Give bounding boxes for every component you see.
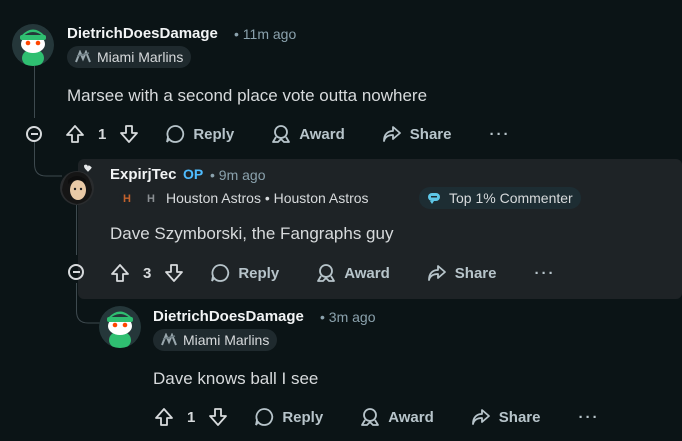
downvote-icon[interactable] — [207, 406, 229, 428]
vote-controls: 1 — [153, 406, 229, 428]
award-label: Award — [299, 125, 345, 143]
user-flair: Miami Marlins — [67, 46, 192, 68]
flair-text: Miami Marlins — [97, 49, 184, 65]
comment-timestamp[interactable]: • 3m ago — [320, 309, 376, 325]
avatar[interactable] — [99, 306, 141, 348]
svg-text:H: H — [123, 193, 131, 205]
astros-logo-icon: H — [119, 190, 135, 206]
downvote-icon[interactable] — [118, 123, 140, 145]
award-icon — [272, 125, 291, 143]
share-icon — [427, 265, 446, 281]
upvote-icon[interactable] — [153, 406, 175, 428]
award-label: Award — [344, 264, 390, 282]
flair-text: Houston Astros • Houston Astros — [166, 190, 369, 206]
reply-label: Reply — [238, 264, 280, 282]
downvote-icon[interactable] — [163, 262, 185, 284]
reply-label: Reply — [282, 408, 324, 426]
reply-button[interactable]: Reply — [253, 406, 323, 428]
comment-timestamp[interactable]: • 11m ago — [234, 26, 296, 42]
vote-score: 1 — [98, 125, 107, 143]
share-label: Share — [409, 125, 452, 143]
upvote-icon[interactable] — [109, 262, 131, 284]
top-commenter-icon — [428, 193, 440, 204]
avatar[interactable] — [54, 162, 100, 208]
comment-username[interactable]: ExpirjTec — [110, 166, 176, 183]
more-options-icon: ··· — [534, 264, 556, 282]
comment-username[interactable]: DietrichDoesDamage — [67, 25, 218, 42]
collapse-thread-button[interactable] — [68, 264, 84, 280]
snoo-avatar-icon — [12, 24, 54, 66]
share-button[interactable]: Share — [470, 406, 541, 428]
vote-controls: 3 — [109, 262, 185, 284]
astros-logo-icon: H — [143, 190, 159, 206]
avatar[interactable] — [12, 24, 54, 66]
comment-timestamp[interactable]: • 9m ago — [210, 167, 266, 183]
comment-actions: 1 Reply Award Share ··· — [64, 118, 510, 150]
thread-line[interactable] — [34, 66, 35, 118]
svg-text:H: H — [147, 193, 155, 205]
reply-button[interactable]: Reply — [209, 262, 279, 284]
comment-body: Dave knows ball I see — [153, 369, 319, 388]
upvote-icon[interactable] — [64, 123, 86, 145]
reply-button[interactable]: Reply — [164, 123, 234, 145]
user-flair: H H Houston Astros • Houston Astros — [118, 189, 369, 207]
award-button[interactable]: Award — [270, 123, 345, 145]
award-button[interactable]: Award — [315, 262, 390, 284]
comment-username[interactable]: DietrichDoesDamage — [153, 308, 304, 325]
share-label: Share — [498, 408, 541, 426]
more-options-button[interactable]: ··· — [489, 126, 510, 143]
thread-line[interactable] — [76, 205, 77, 255]
flair-text: Miami Marlins — [183, 332, 270, 348]
marlins-logo-icon — [75, 50, 91, 63]
more-options-icon: ··· — [489, 125, 511, 143]
marlins-logo-icon — [161, 333, 177, 346]
award-icon — [361, 408, 380, 426]
op-badge: OP — [183, 166, 204, 182]
comment-bubble-icon — [166, 125, 185, 143]
share-button[interactable]: Share — [381, 123, 452, 145]
share-button[interactable]: Share — [426, 262, 497, 284]
snoo-avatar-icon — [99, 306, 141, 348]
more-options-icon: ··· — [578, 408, 600, 426]
share-icon — [382, 126, 401, 142]
award-label: Award — [388, 408, 434, 426]
award-button[interactable]: Award — [359, 406, 434, 428]
vote-controls: 1 — [64, 123, 140, 145]
badge-text: Top 1% Commenter — [449, 190, 573, 206]
comment-body: Marsee with a second place vote outta no… — [67, 86, 428, 105]
top-commenter-badge[interactable]: Top 1% Commenter — [419, 187, 581, 209]
user-flair: Miami Marlins — [153, 329, 278, 351]
comment-body: Dave Szymborski, the Fangraphs guy — [110, 224, 394, 243]
collapse-thread-button[interactable] — [26, 126, 42, 142]
award-icon — [317, 264, 336, 282]
reply-label: Reply — [193, 125, 235, 143]
share-label: Share — [454, 264, 497, 282]
comment-actions: 1 Reply Award Share ··· — [153, 401, 599, 433]
comment-actions: 3 Reply Award Share ··· — [109, 257, 555, 289]
share-icon — [471, 409, 490, 425]
more-options-button[interactable]: ··· — [534, 265, 555, 282]
comment-bubble-icon — [211, 264, 230, 282]
vote-score: 3 — [143, 264, 152, 282]
comment-bubble-icon — [255, 408, 274, 426]
avatar-icon — [60, 164, 94, 205]
more-options-button[interactable]: ··· — [578, 409, 599, 426]
vote-score: 1 — [187, 408, 196, 426]
